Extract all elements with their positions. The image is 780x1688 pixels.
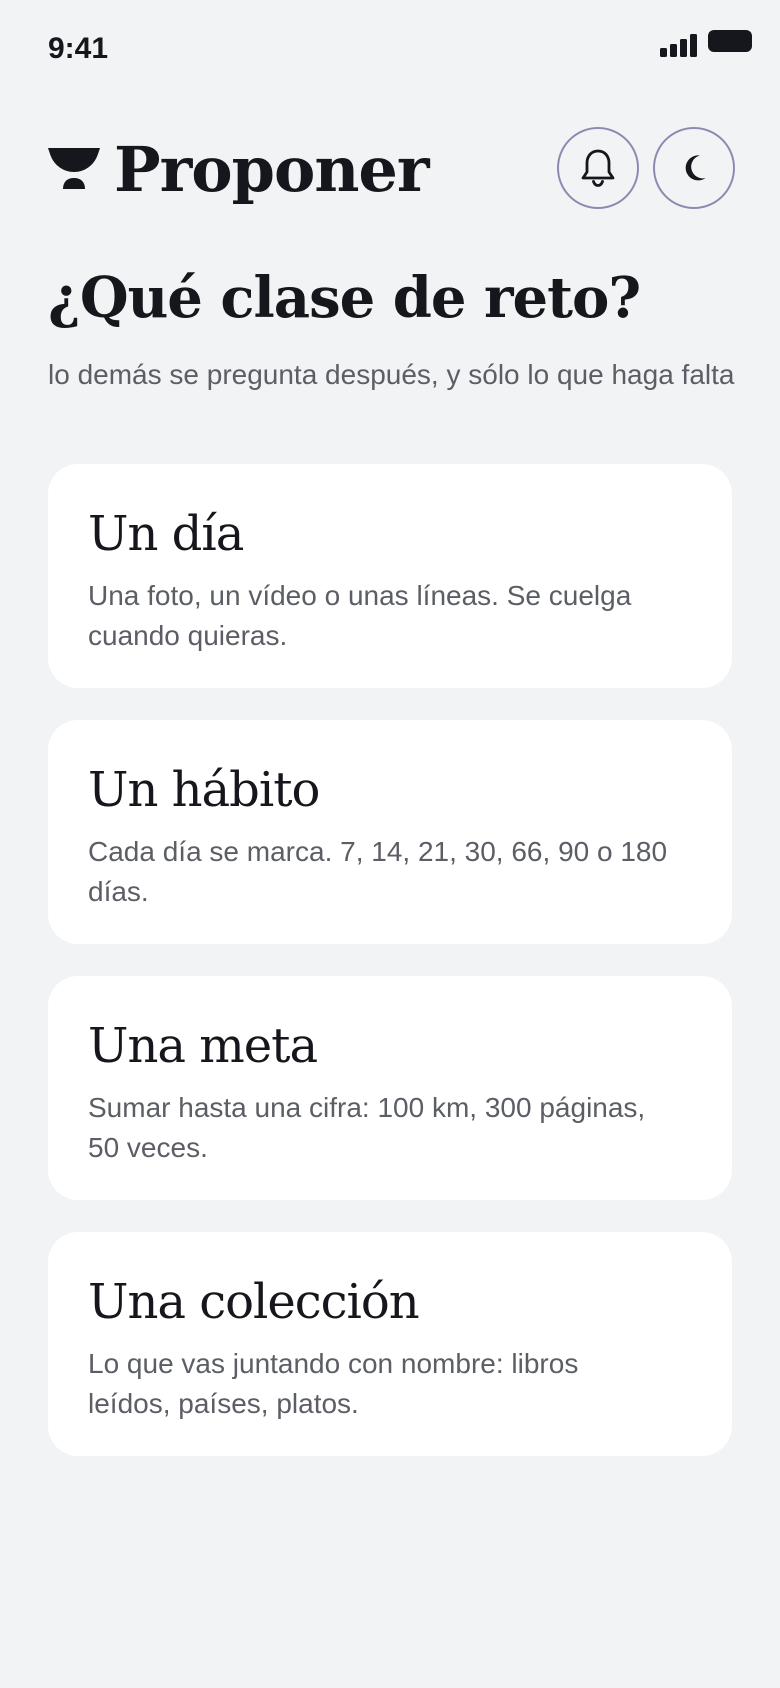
option-title: Una meta (88, 1018, 318, 1074)
app-header: Proponer (0, 110, 780, 230)
theme-toggle-button[interactable] (653, 127, 735, 209)
option-card-un-habito[interactable]: Un hábito Cada día se marca. 7, 14, 21, … (48, 720, 732, 944)
option-description: Cada día se marca. 7, 14, 21, 30, 66, 90… (88, 836, 668, 907)
option-description: Lo que vas juntando con nombre: libros l… (88, 1348, 579, 1419)
bell-icon (581, 149, 615, 187)
option-title: Un hábito (88, 762, 320, 818)
option-description: Sumar hasta una cifra: 100 km, 300 págin… (88, 1092, 646, 1163)
page-heading: ¿Qué clase de reto? (48, 265, 641, 331)
app-title: Proponer (114, 133, 430, 206)
cellular-signal-icon (660, 33, 698, 57)
notifications-button[interactable] (557, 127, 639, 209)
moon-icon (685, 155, 706, 181)
goblet-icon (48, 148, 100, 189)
option-title: Un día (88, 506, 244, 562)
challenge-type-list: Un día Una foto, un vídeo o unas líneas.… (48, 464, 732, 1488)
option-card-una-coleccion[interactable]: Una colección Lo que vas juntando con no… (48, 1232, 732, 1456)
status-time: 9:41 (48, 32, 109, 65)
option-card-una-meta[interactable]: Una meta Sumar hasta una cifra: 100 km, … (48, 976, 732, 1200)
option-card-un-dia[interactable]: Un día Una foto, un vídeo o unas líneas.… (48, 464, 732, 688)
status-bar: 9:41 (0, 0, 780, 100)
option-description: Una foto, un vídeo o unas líneas. Se cue… (88, 580, 632, 651)
battery-icon (708, 30, 752, 52)
option-title: Una colección (88, 1274, 420, 1330)
page-subheading: lo demás se pregunta después, y sólo lo … (48, 359, 735, 390)
